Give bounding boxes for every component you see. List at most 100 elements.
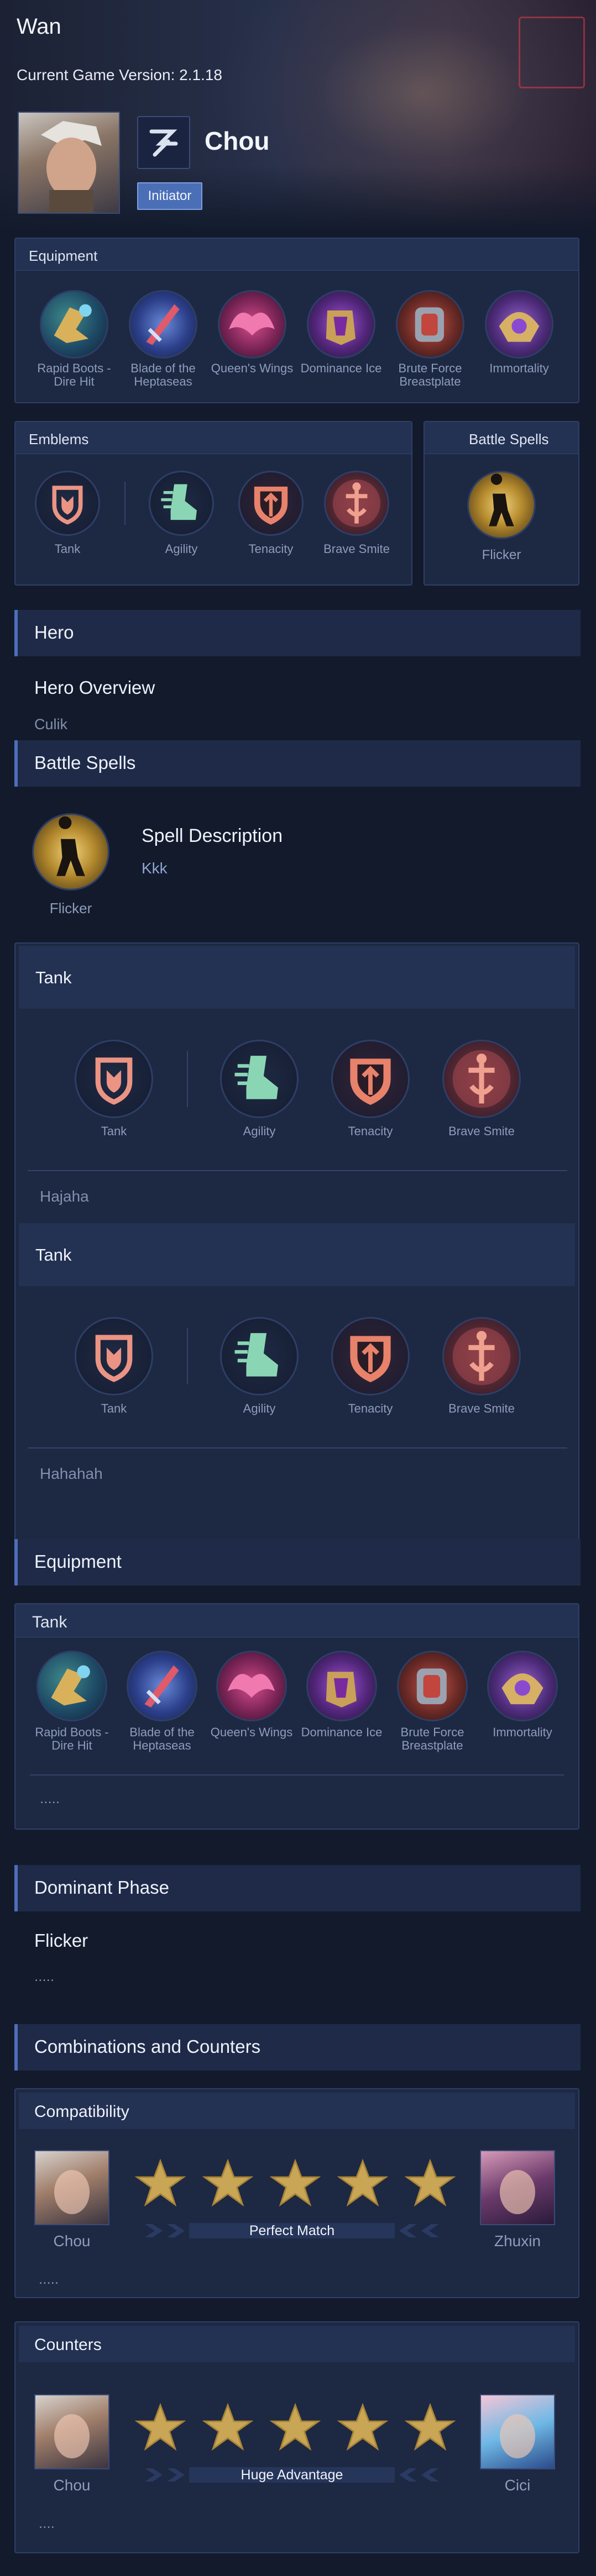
equipment-section-header: Equipment: [14, 1539, 581, 1585]
battle-spells-panel-title: Battle Spells: [469, 431, 549, 447]
combo-panel-title: Compatibility: [34, 2103, 129, 2121]
rating-star-icon: [404, 2402, 456, 2453]
talent-label: Agility: [243, 1124, 276, 1138]
dominant-phase-header: Dominant Phase: [14, 1865, 581, 1911]
talent-icon-brave-smite[interactable]: [324, 471, 389, 536]
equipment-label: Rapid Boots - Dire Hit: [37, 361, 111, 388]
emblem-build-note: Hahahah: [40, 1465, 103, 1482]
spell-icon-flicker[interactable]: [32, 813, 109, 891]
hero-name-left: Chou: [53, 2477, 91, 2494]
hero-portrait-chou[interactable]: [34, 2394, 109, 2469]
equipment-label: Immortality: [493, 1725, 552, 1739]
role-icon: [137, 116, 190, 169]
equipment-build-panel: Tank .....: [14, 1603, 579, 1830]
battle-spells-section-header: Battle Spells: [14, 740, 581, 787]
talent-label: Brave Smite: [448, 1124, 515, 1138]
hero-section-header: Hero: [14, 610, 581, 656]
emblem-build-note: Hajaha: [40, 1188, 89, 1205]
game-version-label: Current Game Version: 2.1.18: [17, 66, 222, 83]
equipment-icon-rapid-boots-dire-hit[interactable]: [40, 290, 108, 359]
emblems-panel-title: Emblems: [29, 431, 89, 447]
hero-overview-text: Culik: [34, 716, 68, 733]
emblem-build-header: [19, 1223, 575, 1286]
equipment-icon-queen-s-wings[interactable]: [216, 1651, 287, 1721]
talent-icon-tenacity[interactable]: [238, 471, 304, 536]
talent-icon-tenacity[interactable]: [331, 1040, 410, 1118]
rating-star-icon: [404, 2158, 456, 2209]
app-title: Wan: [17, 14, 61, 39]
equipment-label: Blade of the Heptaseas: [129, 1725, 195, 1752]
talent-label: Tenacity: [348, 1402, 393, 1415]
talent-label: Brave Smite: [323, 542, 390, 556]
talent-label: Brave Smite: [448, 1402, 515, 1415]
equipment-icon-rapid-boots-dire-hit[interactable]: [36, 1651, 107, 1721]
combo-panel-title: Counters: [34, 2336, 102, 2354]
role-badge[interactable]: Initiator: [137, 182, 202, 210]
equipment-label: Immortality: [489, 361, 549, 375]
hero-name-left: Chou: [53, 2232, 91, 2250]
spell-label: Flicker: [49, 900, 92, 916]
talent-icon-brave-smite[interactable]: [442, 1040, 521, 1118]
dominant-phase-title: Dominant Phase: [34, 1877, 169, 1898]
emblem-icon-tank[interactable]: [75, 1040, 153, 1118]
rating-star-icon: [202, 2158, 254, 2209]
rating-label: Huge Advantage: [241, 2467, 343, 2483]
equipment-label: Queen's Wings: [210, 1725, 293, 1739]
equipment-icon-brute-force-breastplate[interactable]: [397, 1651, 468, 1721]
rating-star-icon: [134, 2402, 186, 2453]
equipment-label: Brute Force Breastplate: [400, 1725, 464, 1752]
equipment-label: Rapid Boots - Dire Hit: [35, 1725, 109, 1752]
equipment-label: Blade of the Heptaseas: [130, 361, 196, 388]
hero-portrait-cici[interactable]: [480, 2394, 555, 2469]
hero-portrait-zhuxin[interactable]: [480, 2150, 555, 2225]
equipment-section-title: Equipment: [34, 1551, 122, 1572]
hero-name-right: Zhuxin: [494, 2232, 541, 2250]
equipment-icon-blade-of-the-heptaseas[interactable]: [129, 290, 197, 359]
spell-label: Flicker: [482, 547, 521, 562]
emblem-build-title: Tank: [35, 1245, 72, 1265]
talent-label: Agility: [243, 1402, 276, 1415]
talent-icon-brave-smite[interactable]: [442, 1317, 521, 1395]
emblem-icon-tank[interactable]: [35, 471, 100, 536]
rating-label: Perfect Match: [249, 2223, 335, 2238]
emblem-build-header: [19, 946, 575, 1009]
talent-icon-tenacity[interactable]: [331, 1317, 410, 1395]
equipment-icon-queen-s-wings[interactable]: [218, 290, 286, 359]
equipment-icon-immortality[interactable]: [487, 1651, 558, 1721]
equipment-icon-dominance-ice[interactable]: [306, 1651, 377, 1721]
talent-icon-agility[interactable]: [220, 1040, 299, 1118]
spell-description-title: Spell Description: [142, 825, 283, 846]
talent-label: Agility: [165, 542, 198, 556]
battle-spells-section-title: Battle Spells: [34, 752, 136, 773]
rating-star-icon: [269, 2158, 321, 2209]
talent-label: Tenacity: [348, 1124, 393, 1138]
talent-icon-agility[interactable]: [220, 1317, 299, 1395]
spell-icon-flicker[interactable]: [467, 471, 536, 539]
neon-sign-decoration: [519, 17, 585, 88]
equipment-icon-blade-of-the-heptaseas[interactable]: [127, 1651, 197, 1721]
hero-portrait: [18, 112, 120, 214]
equipment-label: Queen's Wings: [211, 361, 294, 375]
emblem-build-title: Tank: [35, 968, 72, 987]
hero-portrait-chou[interactable]: [34, 2150, 109, 2225]
emblem-label: Tank: [54, 542, 81, 556]
equipment-build-title: Tank: [32, 1613, 67, 1631]
rating-star-icon: [202, 2402, 254, 2453]
hero-section-title: Hero: [34, 622, 74, 642]
rating-star-icon: [134, 2158, 186, 2209]
emblem-label: Tank: [101, 1402, 127, 1415]
talent-icon-agility[interactable]: [149, 471, 214, 536]
equipment-label: Dominance Ice: [300, 361, 382, 375]
combinations-title: Combinations and Counters: [34, 2036, 261, 2057]
hero-name: Chou: [205, 127, 270, 155]
equipment-build-note: .....: [40, 1790, 60, 1806]
emblem-icon-tank[interactable]: [75, 1317, 153, 1395]
dominant-phase-note: .....: [34, 1968, 55, 1984]
equipment-icon-brute-force-breastplate[interactable]: [396, 290, 464, 359]
equipment-icon-immortality[interactable]: [485, 290, 553, 359]
emblem-label: Tank: [101, 1124, 127, 1138]
talent-label: Tenacity: [248, 542, 294, 556]
combo-note: .....: [39, 2271, 59, 2287]
equipment-label: Dominance Ice: [301, 1725, 383, 1739]
equipment-icon-dominance-ice[interactable]: [307, 290, 375, 359]
